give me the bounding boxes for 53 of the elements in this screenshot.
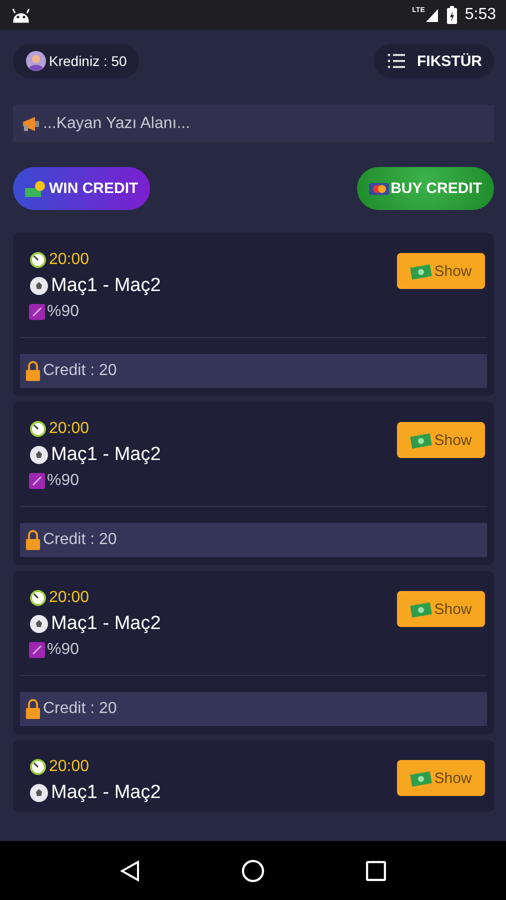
avatar-icon xyxy=(26,51,46,71)
recents-icon xyxy=(366,860,386,880)
percent-icon xyxy=(29,304,45,320)
win-credit-button[interactable]: WIN CREDIT xyxy=(13,167,150,210)
credit-text: Credit : 20 xyxy=(43,362,117,380)
money-icon xyxy=(410,769,432,787)
credit-text: Credit : 20 xyxy=(43,531,117,549)
buy-credit-button[interactable]: BUY CREDIT xyxy=(356,167,494,210)
fixture-button[interactable]: FIKSTÜR xyxy=(374,44,494,78)
megaphone-icon xyxy=(21,114,41,132)
show-button[interactable]: Show xyxy=(397,591,485,627)
match-teams: Maç1 - Maç2 xyxy=(51,275,161,297)
match-time: 20:00 xyxy=(49,589,90,607)
show-button[interactable]: Show xyxy=(397,760,485,796)
money-icon xyxy=(410,600,432,618)
signal-icon xyxy=(424,7,439,23)
money-icon xyxy=(410,431,432,449)
battery-icon xyxy=(446,6,457,24)
credit-text: Credit : 20 xyxy=(43,700,117,718)
money-icon xyxy=(410,262,432,280)
lock-icon xyxy=(25,698,41,720)
match-teams: Maç1 - Maç2 xyxy=(51,444,161,466)
card-icon xyxy=(368,182,389,196)
percent-icon xyxy=(29,642,45,658)
home-icon xyxy=(240,858,265,882)
android-icon xyxy=(12,7,30,23)
lock-icon xyxy=(25,360,41,382)
match-time: 20:00 xyxy=(49,758,90,776)
stopwatch-icon xyxy=(29,589,47,607)
match-teams: Maç1 - Maç2 xyxy=(51,613,161,635)
list-icon xyxy=(387,53,405,69)
soccer-ball-icon xyxy=(29,614,49,634)
match-percent: %90 xyxy=(47,472,80,490)
percent-icon xyxy=(29,473,45,489)
match-teams: Maç1 - Maç2 xyxy=(51,782,161,804)
soccer-ball-icon xyxy=(29,783,49,803)
stopwatch-icon xyxy=(29,758,47,776)
show-button[interactable]: Show xyxy=(397,253,485,289)
back-icon xyxy=(120,860,140,882)
status-time: 5:53 xyxy=(464,6,496,24)
soccer-ball-icon xyxy=(29,276,49,296)
stopwatch-icon xyxy=(29,420,47,438)
match-percent: %90 xyxy=(47,303,80,321)
ticker-text: ...Kayan Yazı Alanı... xyxy=(43,114,190,132)
stopwatch-icon xyxy=(29,251,47,269)
match-percent: %90 xyxy=(47,641,80,659)
show-button[interactable]: Show xyxy=(397,422,485,458)
match-time: 20:00 xyxy=(49,251,90,269)
money-coins-icon xyxy=(25,180,47,198)
match-time: 20:00 xyxy=(49,420,90,438)
soccer-ball-icon xyxy=(29,445,49,465)
lock-icon xyxy=(25,529,41,551)
credit-label: Krediniz : 50 xyxy=(49,53,127,69)
